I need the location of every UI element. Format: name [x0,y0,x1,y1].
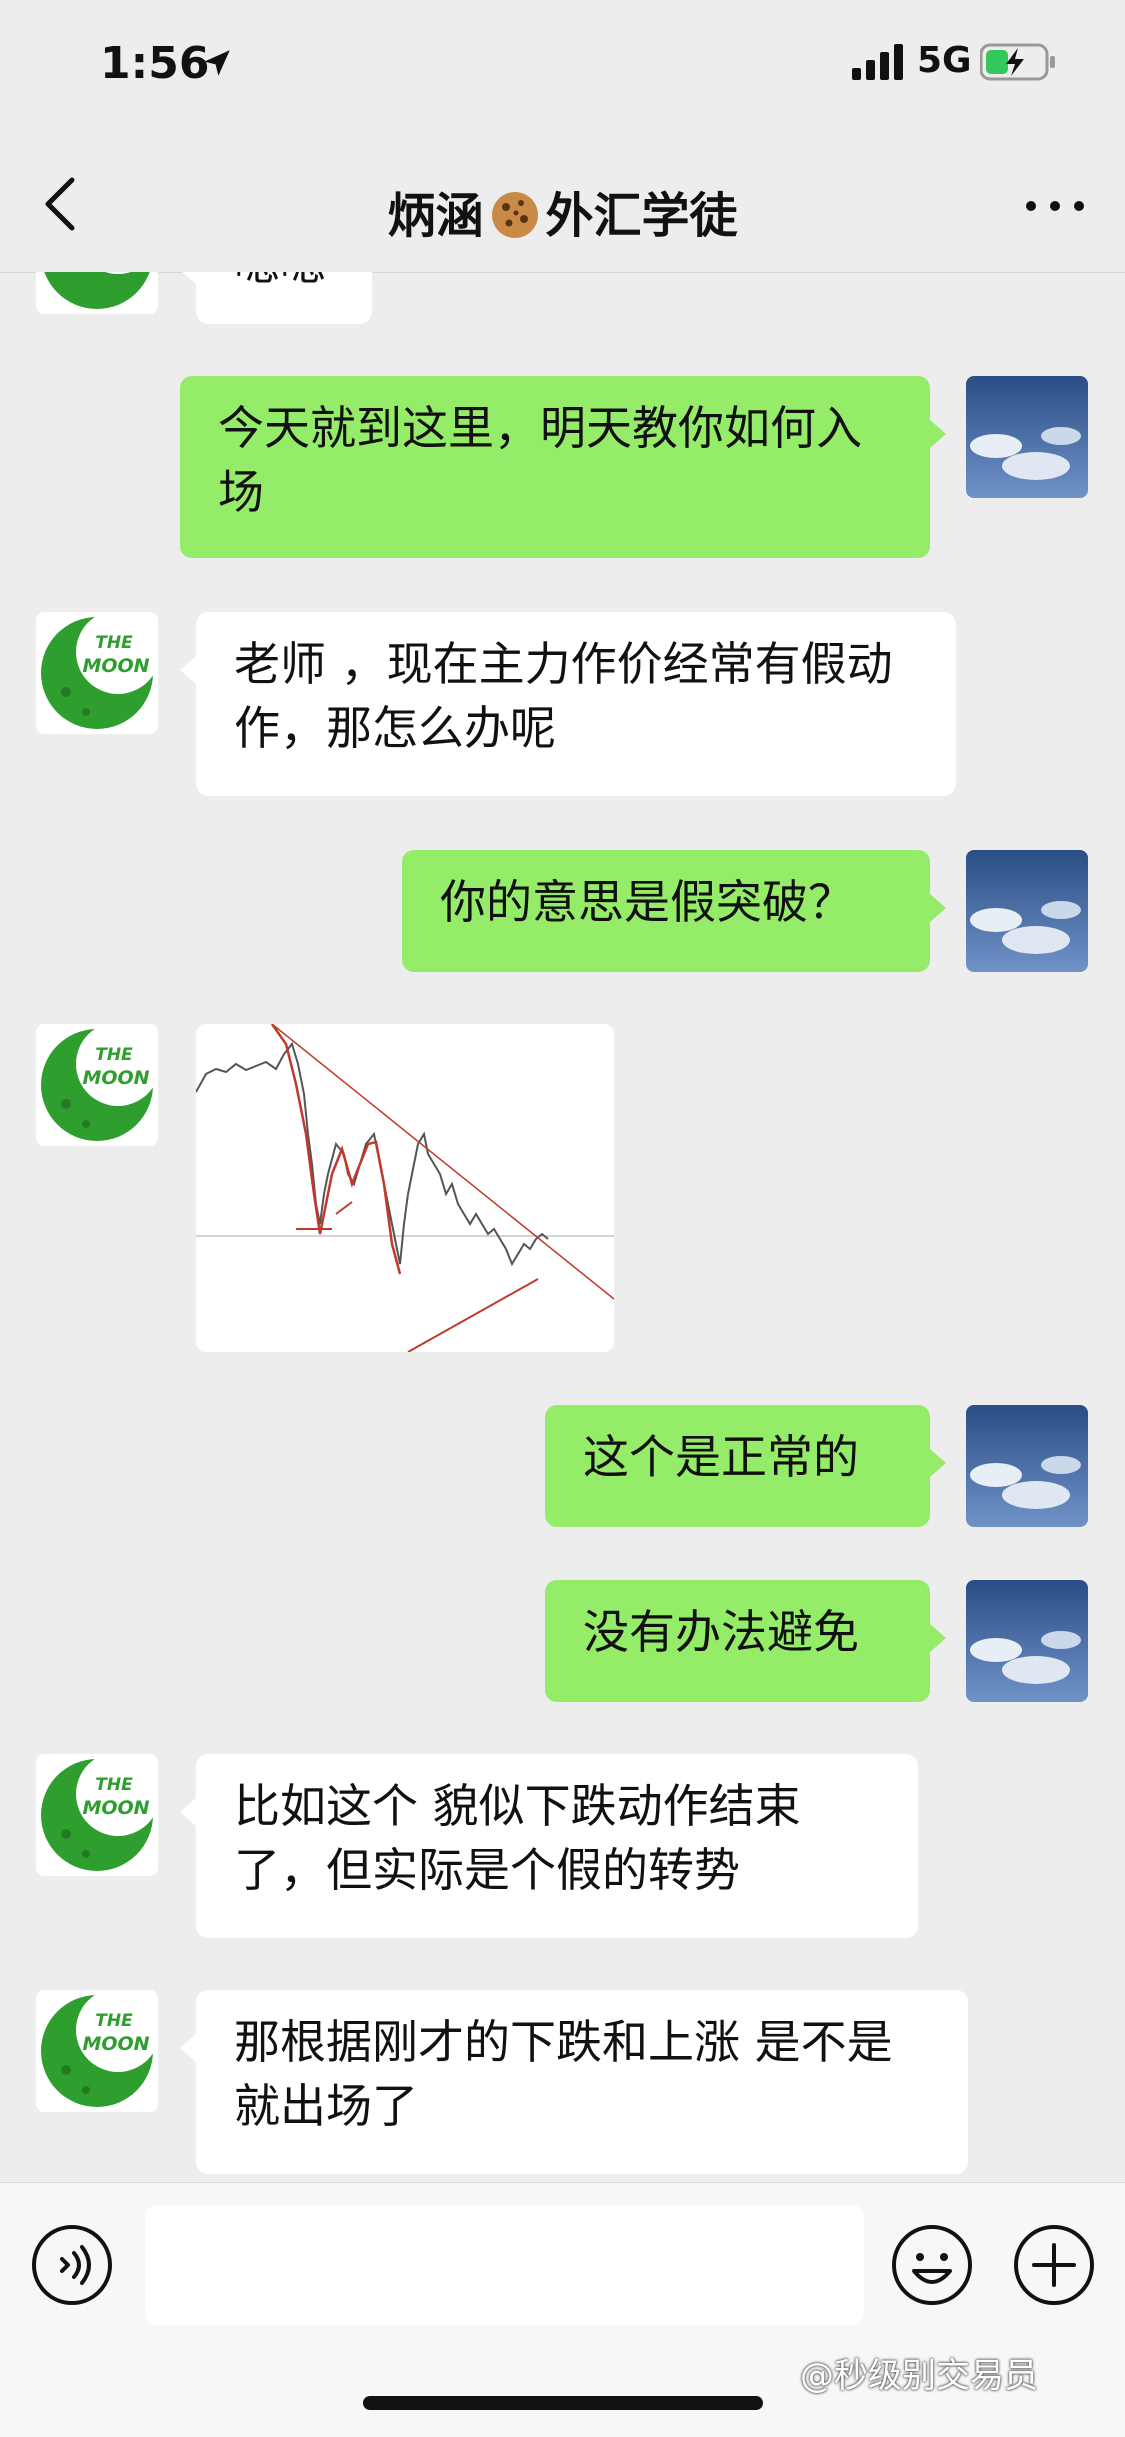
my-avatar[interactable] [966,376,1088,498]
friend-avatar[interactable]: THE MOON [36,1024,158,1146]
moon-avatar-icon: THE MOON [36,612,158,734]
message-bubble-sent[interactable]: 没有办法避免 [545,1580,946,1702]
message-bubble-received[interactable]: 那根据刚才的下跌和上涨 是不是就出场了 [180,1990,968,2174]
more-options-icon[interactable] [1025,200,1085,212]
avatar-text-moon: MOON [82,2033,149,2055]
avatar-text-the: THE [95,633,133,653]
cookie-emoji-icon [491,192,538,238]
friend-avatar[interactable]: THE MOON [36,1754,158,1876]
cellular-signal-icon [852,44,903,80]
network-type: 5G [917,40,972,81]
watermark-text: @秒级别交易员 [800,2356,1038,2396]
message-text: 老师 ，现在主力作价经常有假动作，那怎么办呢 [234,637,893,755]
avatar-text-the: THE [95,1775,133,1795]
battery-charging-icon [980,43,1055,81]
sky-avatar-icon [966,376,1088,498]
avatar-text-the: THE [95,2011,133,2031]
voice-input-icon[interactable] [30,2223,114,2307]
avatar-text-moon: MOON [82,655,149,677]
price-chart-image [196,1024,614,1352]
status-time: 1:56 [100,38,210,89]
message-text: 嗯嗯 [234,272,326,291]
moon-avatar-icon: THE MOON [36,1754,158,1876]
message-bubble-received[interactable]: 嗯嗯 [180,272,372,324]
moon-avatar-icon: THE MOON [36,1024,158,1146]
status-bar: 1:56 5G [0,0,1125,130]
moon-avatar-icon [36,272,158,314]
emoji-icon[interactable] [890,2223,974,2307]
friend-avatar[interactable]: THE MOON [36,612,158,734]
avatar-text-moon: MOON [82,1067,149,1089]
message-list[interactable]: 嗯嗯 今天就到这里，明天教你如何入场 THE MOON 老师 ，现在主力作价经常… [0,272,1125,2182]
message-bubble-sent[interactable]: 这个是正常的 [545,1405,946,1527]
image-message[interactable] [196,1024,614,1352]
message-text: 你的意思是假突破？ [440,875,854,929]
message-text: 比如这个 貌似下跌动作结束了，但实际是个假的转势 [234,1779,801,1897]
sky-avatar-icon [966,1580,1088,1702]
chat-title: 炳涵 外汇学徒 [0,176,1125,246]
chat-title-name: 炳涵 [387,188,484,244]
message-bubble-sent[interactable]: 今天就到这里，明天教你如何入场 [180,376,946,558]
avatar-text-moon: MOON [82,1797,149,1819]
message-text: 这个是正常的 [583,1430,859,1484]
friend-avatar[interactable] [36,272,158,314]
message-bubble-sent[interactable]: 你的意思是假突破？ [402,850,946,972]
message-bubble-received[interactable]: 老师 ，现在主力作价经常有假动作，那怎么办呢 [180,612,956,796]
moon-avatar-icon: THE MOON [36,1990,158,2112]
plus-more-icon[interactable] [1012,2223,1096,2307]
my-avatar[interactable] [966,1405,1088,1527]
my-avatar[interactable] [966,1580,1088,1702]
message-text: 没有办法避免 [583,1605,859,1659]
avatar-text-the: THE [95,1045,133,1065]
sky-avatar-icon [966,850,1088,972]
message-text: 那根据刚才的下跌和上涨 是不是就出场了 [234,2015,893,2133]
message-text-input[interactable] [145,2205,864,2325]
sky-avatar-icon [966,1405,1088,1527]
message-text: 今天就到这里，明天教你如何入场 [218,401,862,519]
chat-title-suffix: 外汇学徒 [545,188,738,244]
friend-avatar[interactable]: THE MOON [36,1990,158,2112]
chat-header: 炳涵 外汇学徒 [0,130,1125,273]
home-indicator[interactable] [363,2396,763,2410]
location-arrow-icon [204,50,230,76]
my-avatar[interactable] [966,850,1088,972]
message-bubble-received[interactable]: 比如这个 貌似下跌动作结束了，但实际是个假的转势 [180,1754,918,1938]
